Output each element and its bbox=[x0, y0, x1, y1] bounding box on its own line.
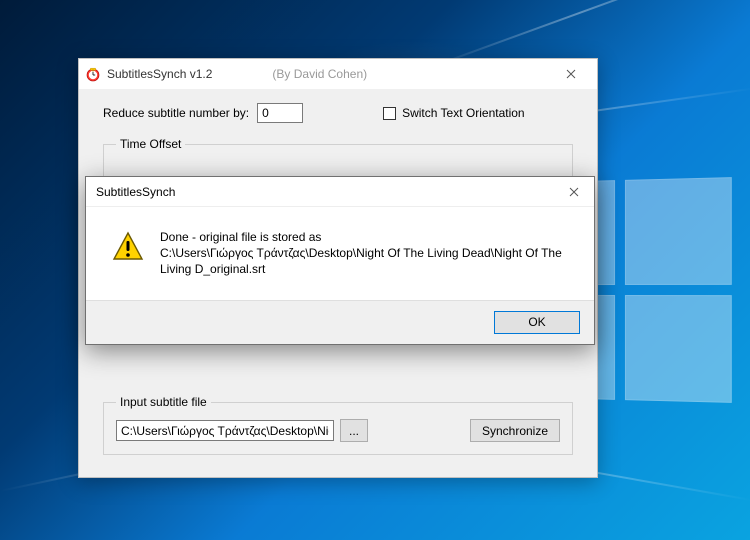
switch-orientation-checkbox[interactable]: Switch Text Orientation bbox=[383, 106, 525, 120]
ok-button[interactable]: OK bbox=[494, 311, 580, 334]
synchronize-button[interactable]: Synchronize bbox=[470, 419, 560, 442]
close-icon[interactable] bbox=[551, 59, 591, 89]
browse-button[interactable]: ... bbox=[340, 419, 368, 442]
reduce-number-input[interactable] bbox=[257, 103, 303, 123]
main-titlebar[interactable]: SubtitlesSynch v1.2 (By David Cohen) bbox=[79, 59, 597, 89]
warning-icon bbox=[112, 231, 144, 263]
dialog-message: Done - original file is stored as C:\Use… bbox=[160, 229, 576, 278]
checkbox-icon bbox=[383, 107, 396, 120]
switch-orientation-label: Switch Text Orientation bbox=[402, 106, 525, 120]
input-file-group: Input subtitle file ... Synchronize bbox=[103, 395, 573, 455]
window-title: SubtitlesSynch v1.2 bbox=[107, 67, 212, 81]
app-icon bbox=[85, 66, 101, 82]
close-icon[interactable] bbox=[554, 177, 594, 207]
dialog-actions: OK bbox=[86, 300, 594, 344]
dialog-titlebar[interactable]: SubtitlesSynch bbox=[86, 177, 594, 207]
dialog-message-line1: Done - original file is stored as bbox=[160, 229, 576, 245]
dialog-message-line2: C:\Users\Γιώργος Τράντζας\Desktop\Night … bbox=[160, 245, 576, 277]
dialog-title: SubtitlesSynch bbox=[96, 185, 175, 199]
reduce-label: Reduce subtitle number by: bbox=[103, 106, 249, 120]
message-dialog: SubtitlesSynch Done - original file is s… bbox=[85, 176, 595, 345]
input-file-path[interactable] bbox=[116, 420, 334, 441]
window-byline: (By David Cohen) bbox=[272, 67, 367, 81]
time-offset-legend: Time Offset bbox=[116, 137, 185, 151]
input-file-legend: Input subtitle file bbox=[116, 395, 211, 409]
dialog-content: Done - original file is stored as C:\Use… bbox=[86, 207, 594, 300]
